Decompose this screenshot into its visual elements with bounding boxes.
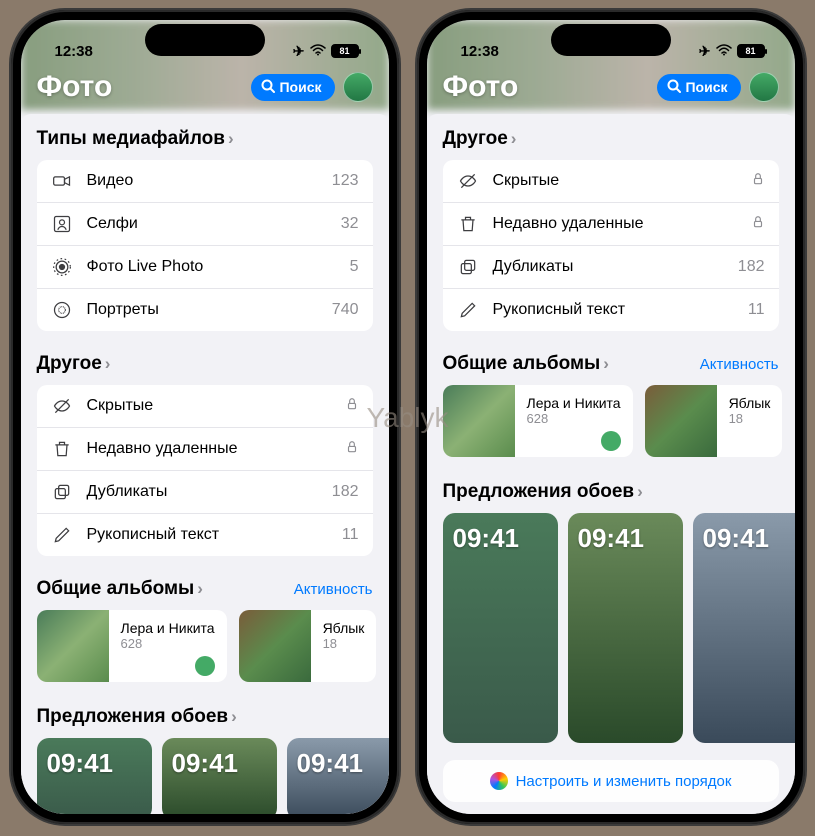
trash-icon: [457, 214, 479, 234]
airplane-icon: ✈︎: [293, 43, 305, 60]
activity-button[interactable]: Активность: [700, 356, 779, 373]
hidden-icon: [457, 171, 479, 191]
album-thumbnail: [37, 610, 109, 682]
selfie-icon: [51, 214, 73, 234]
wallpapers-row[interactable]: 09:41 09:41 09:41: [443, 513, 779, 743]
app-title: Фото: [37, 70, 113, 104]
dynamic-island: [551, 24, 671, 56]
lock-icon: [345, 440, 359, 459]
list-item-portraits[interactable]: Портреты 740: [37, 289, 373, 331]
hidden-icon: [51, 396, 73, 416]
wallpaper-card[interactable]: 09:41: [287, 738, 389, 814]
list-item-duplicates[interactable]: Дубликаты 182: [443, 246, 779, 289]
other-list: Скрытые Недавно удаленные Дубликаты 182 …: [37, 385, 373, 556]
app-title: Фото: [443, 70, 519, 104]
wallpaper-card[interactable]: 09:41: [162, 738, 277, 814]
phone-left: 12:38 ✈︎ 81 Фото Поиск: [11, 10, 399, 824]
activity-button[interactable]: Активность: [294, 581, 373, 598]
chevron-right-icon: ›: [228, 129, 234, 149]
album-card[interactable]: Яблык 18: [239, 610, 377, 682]
wallpaper-card[interactable]: 09:41: [568, 513, 683, 743]
app-header: Фото Поиск: [21, 66, 389, 114]
dynamic-island: [145, 24, 265, 56]
media-types-list: Видео 123 Селфи 32 Фото Live Photo 5 Пор…: [37, 160, 373, 331]
screen-left: 12:38 ✈︎ 81 Фото Поиск: [21, 20, 389, 814]
wifi-icon: [716, 43, 732, 59]
wallpaper-card[interactable]: 09:41: [693, 513, 795, 743]
other-list: Скрытые Недавно удаленные Дубликаты 182 …: [443, 160, 779, 331]
screen-right: 12:38 ✈︎ 81 Фото Поиск: [427, 20, 795, 814]
list-item-selfie[interactable]: Селфи 32: [37, 203, 373, 246]
profile-avatar[interactable]: [749, 72, 779, 102]
search-icon: [667, 79, 681, 96]
portrait-icon: [51, 300, 73, 320]
list-item-handwriting[interactable]: Рукописный текст 11: [443, 289, 779, 331]
other-header[interactable]: Другое ›: [443, 128, 779, 150]
list-item-deleted[interactable]: Недавно удаленные: [37, 428, 373, 471]
wallpaper-card[interactable]: 09:41: [443, 513, 558, 743]
album-card[interactable]: Лера и Никита 628: [37, 610, 227, 682]
livephoto-icon: [51, 257, 73, 277]
duplicates-icon: [457, 257, 479, 277]
battery-icon: 81: [331, 44, 359, 58]
lock-icon: [751, 172, 765, 191]
list-item-video[interactable]: Видео 123: [37, 160, 373, 203]
search-icon: [261, 79, 275, 96]
album-card[interactable]: Лера и Никита 628: [443, 385, 633, 457]
shared-albums-header: Общие альбомы › Активность: [37, 578, 373, 600]
photos-icon: [490, 772, 508, 790]
lock-icon: [345, 397, 359, 416]
album-card[interactable]: Яблык 18: [645, 385, 783, 457]
wifi-icon: [310, 43, 326, 59]
trash-icon: [51, 439, 73, 459]
status-time: 12:38: [55, 43, 93, 60]
chevron-right-icon: ›: [197, 579, 203, 599]
shared-albums-row[interactable]: Лера и Никита 628 Яблык 18: [443, 385, 779, 457]
other-header[interactable]: Другое ›: [37, 353, 373, 375]
airplane-icon: ✈︎: [699, 43, 711, 60]
battery-icon: 81: [737, 44, 765, 58]
shared-albums-row[interactable]: Лера и Никита 628 Яблык 18: [37, 610, 373, 682]
app-header: Фото Поиск: [427, 66, 795, 114]
search-button[interactable]: Поиск: [657, 74, 740, 101]
wallpaper-card[interactable]: 09:41: [37, 738, 152, 814]
album-thumbnail: [645, 385, 717, 457]
wallpapers-header[interactable]: Предложения обоев ›: [443, 481, 779, 503]
handwriting-icon: [457, 300, 479, 320]
customize-button[interactable]: Настроить и изменить порядок: [443, 760, 779, 802]
chevron-right-icon: ›: [637, 482, 643, 502]
status-time: 12:38: [461, 43, 499, 60]
handwriting-icon: [51, 525, 73, 545]
duplicates-icon: [51, 482, 73, 502]
list-item-hidden[interactable]: Скрытые: [37, 385, 373, 428]
list-item-duplicates[interactable]: Дубликаты 182: [37, 471, 373, 514]
chevron-right-icon: ›: [511, 129, 517, 149]
chevron-right-icon: ›: [231, 707, 237, 727]
shared-avatar: [195, 656, 215, 676]
media-types-header[interactable]: Типы медиафайлов ›: [37, 128, 373, 150]
list-item-handwriting[interactable]: Рукописный текст 11: [37, 514, 373, 556]
shared-avatar: [601, 431, 621, 451]
profile-avatar[interactable]: [343, 72, 373, 102]
search-button[interactable]: Поиск: [251, 74, 334, 101]
lock-icon: [751, 215, 765, 234]
list-item-deleted[interactable]: Недавно удаленные: [443, 203, 779, 246]
wallpapers-row[interactable]: 09:41 09:41 09:41: [37, 738, 373, 814]
list-item-livephoto[interactable]: Фото Live Photo 5: [37, 246, 373, 289]
wallpapers-header[interactable]: Предложения обоев ›: [37, 706, 373, 728]
list-item-hidden[interactable]: Скрытые: [443, 160, 779, 203]
album-thumbnail: [443, 385, 515, 457]
phone-right: 12:38 ✈︎ 81 Фото Поиск: [417, 10, 805, 824]
chevron-right-icon: ›: [603, 354, 609, 374]
chevron-right-icon: ›: [105, 354, 111, 374]
shared-albums-header: Общие альбомы › Активность: [443, 353, 779, 375]
video-icon: [51, 171, 73, 191]
album-thumbnail: [239, 610, 311, 682]
